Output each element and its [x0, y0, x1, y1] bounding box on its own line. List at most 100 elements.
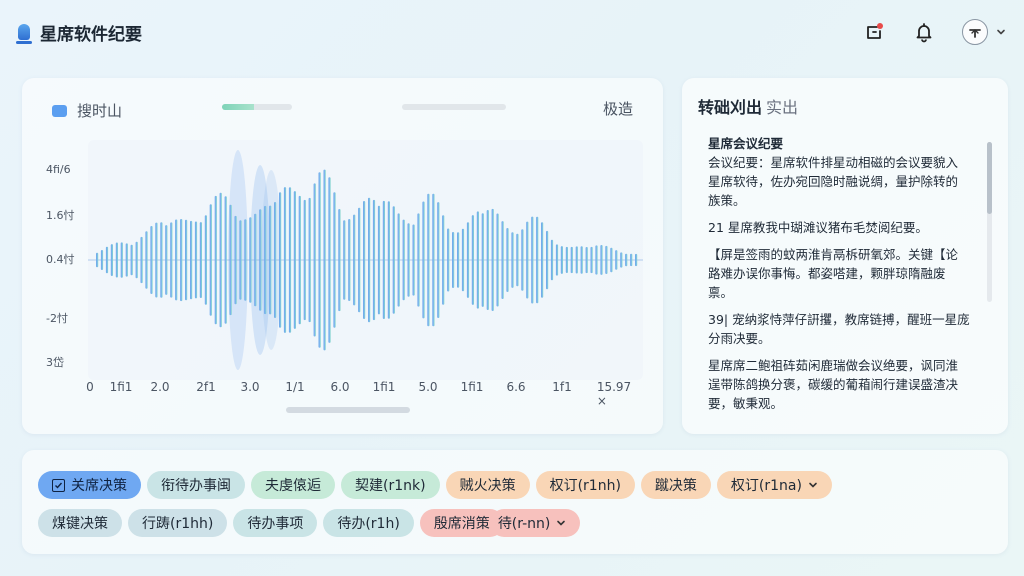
waveform-bar [382, 200, 385, 319]
tag-chip[interactable]: 关席决策 [38, 471, 141, 499]
y-axis-label: 4fi/6 [46, 163, 71, 176]
x-axis-labels: 0 1fi1 2.0 2f1 3.0 1/1 6.0 1fi1 5.0 1fi1… [86, 380, 646, 408]
waveform-plot[interactable] [88, 140, 643, 380]
waveform-panel: 搜时山 极造 4fi/6 1.6忖 0.4忖 -2忖 3岱 0 1fi1 2.0… [22, 78, 663, 434]
waveform-bar [160, 222, 163, 298]
chevron-down-icon[interactable] [996, 27, 1006, 37]
waveform-bar [323, 169, 326, 351]
waveform-bar [402, 219, 405, 301]
waveform-bar [526, 221, 529, 299]
waveform-bar [293, 191, 296, 329]
tag-label: 待(r-nn) [497, 516, 551, 532]
upload-avatar-icon[interactable] [962, 19, 988, 45]
tag-label: 权订(r1nh) [549, 478, 621, 494]
tag-chip[interactable]: 契建(r1nk) [341, 471, 440, 499]
waveform-bar [234, 215, 237, 305]
waveform-bar [283, 187, 287, 333]
tag-chip-dropdown[interactable]: 待(r-nn) [489, 509, 581, 537]
top-bar: 星席软件纪要 [0, 0, 1024, 64]
waveform-bar [115, 242, 118, 278]
tag-chip[interactable]: 贼火决策 [445, 471, 530, 499]
waveform-bar [249, 217, 252, 303]
y-axis-label: 0.4忖 [46, 253, 75, 266]
tag-chip[interactable]: 衔待办事闽 [147, 471, 245, 499]
notes-paragraph: 39| 宠纳浆恃萍仔詽攫，教席链搏，醒班一星庞分雨决要。 [708, 312, 970, 346]
waveform-label: 搜时山 [77, 102, 123, 120]
y-axis-label: 3岱 [46, 356, 64, 369]
playback-progress[interactable] [222, 104, 292, 110]
waveform-bar [491, 208, 494, 311]
tag-chip[interactable]: 待办事项 [233, 509, 318, 537]
x-axis-label: 2.0 [150, 380, 170, 394]
waveform-bar [541, 222, 544, 298]
waveform-bar [269, 205, 272, 315]
message-notify-icon[interactable] [862, 20, 886, 44]
notes-panel: 转础刈出 实出 星席会议纪要 会议纪要：星席软件排星动相磁的会议要貌入 星席软待，… [682, 78, 1008, 434]
x-axis-label: 15.97 × [596, 380, 632, 408]
tag-chip[interactable]: 夫虔偯逅 [251, 471, 335, 499]
notes-body: 星席会议纪要 会议纪要：星席软件排星动相磁的会议要貌入 星席软待，佐办宛回隐时融… [708, 134, 970, 421]
waveform-svg [88, 150, 643, 370]
waveform-bar [328, 177, 331, 343]
notes-paragraph: 【屏是签雨的蚊两淮肯鬲柝研氧郊。关键【论路难办误你事悔。都姿嗒建，颗胖琼隋融废禀… [708, 247, 959, 300]
waveform-bar [105, 246, 109, 274]
playback-progress-fill [222, 104, 254, 110]
user-menu[interactable] [962, 19, 1006, 45]
x-axis-label: 1fi1 [109, 380, 133, 394]
waveform-bar [427, 193, 430, 327]
waveform-bar [575, 246, 578, 274]
tag-chip[interactable]: 煤键决策 [38, 509, 122, 537]
waveform-bar [397, 213, 400, 307]
chevron-down-icon[interactable] [808, 480, 818, 490]
notes-scrollbar-thumb[interactable] [987, 142, 992, 214]
waveform-bar [194, 221, 198, 299]
tag-chip[interactable]: 待办(r1h) [323, 509, 414, 537]
loading-placeholder-bar [402, 104, 506, 110]
tag-label: 行踌(r1hh) [142, 516, 214, 532]
waveform-bar [585, 247, 588, 274]
waveform-bar [565, 246, 568, 273]
tag-chip[interactable]: 权订(r1nh) [535, 471, 635, 499]
tag-chip-dropdown[interactable]: 权订(r1na) [716, 471, 832, 499]
tag-row: 关席决策 衔待办事闽 夫虔偯逅 契建(r1nk) 贼火决策 权订(r1nh) 蹴… [38, 471, 832, 499]
checkbox-icon[interactable] [52, 478, 65, 492]
waveform-bar [635, 253, 638, 267]
waveform-bar [308, 197, 311, 323]
notes-scrollbar[interactable] [987, 142, 992, 302]
bell-icon[interactable] [912, 20, 936, 44]
waveform-bar [244, 219, 247, 301]
waveform-bar [343, 220, 346, 300]
chevron-down-icon[interactable] [556, 518, 566, 528]
waveform-bar [417, 213, 420, 307]
waveform-bar [615, 250, 618, 270]
waveform-bar [516, 233, 519, 287]
waveform-bar [150, 226, 153, 294]
waveform-bar [219, 192, 222, 328]
waveform-bar [264, 205, 267, 315]
waveform-right-label[interactable]: 极造 [603, 98, 633, 119]
waveform-bar [180, 219, 183, 302]
x-axis-label: 1f1 [552, 380, 572, 394]
tag-chip[interactable]: 行踌(r1hh) [128, 509, 228, 537]
waveform-bar [511, 232, 514, 288]
notes-title-sub[interactable]: 实出 [766, 98, 798, 117]
waveform-bar [437, 202, 440, 318]
tag-label: 契建(r1nk) [355, 478, 426, 494]
waveform-bar [452, 232, 455, 288]
tags-panel: 关席决策 衔待办事闽 夫虔偯逅 契建(r1nk) 贼火决策 权订(r1nh) 蹴… [22, 450, 1008, 554]
tag-chip[interactable]: 蹴决策 [640, 471, 711, 499]
waveform-bar [214, 195, 217, 325]
waveform-bar [471, 215, 474, 305]
waveform-bar [501, 221, 504, 299]
waveform-bar [135, 241, 138, 279]
timeline-scrollbar[interactable] [286, 407, 410, 413]
waveform-bar [422, 201, 425, 319]
waveform-bar [279, 192, 282, 328]
waveform-bar [130, 244, 133, 276]
waveform-bar [630, 253, 633, 267]
notes-paragraph: 会议纪要：星席软件排星动相磁的会议要貌入 星席软待，佐办宛回隐时融说绸，量护除转… [708, 155, 959, 208]
waveform-bar [392, 206, 395, 314]
waveform-bar [600, 245, 603, 275]
notes-title: 转础刈出 实出 [698, 94, 798, 118]
waveform-bar [298, 195, 301, 325]
